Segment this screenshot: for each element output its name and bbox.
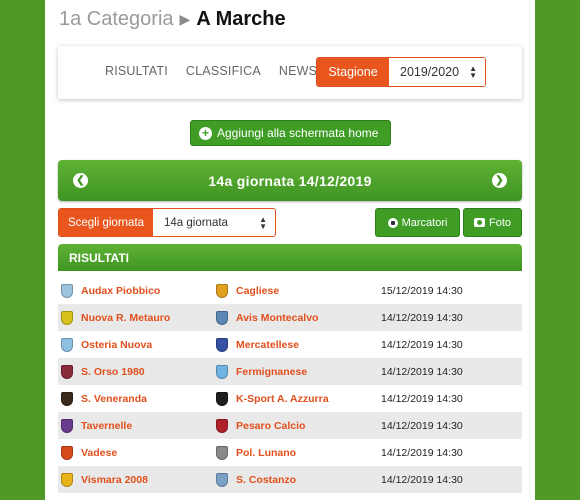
home-team-name: Audax Piobbico bbox=[81, 284, 161, 297]
table-row[interactable]: S. Veneranda K-Sport A. Azzurra 14/12/2019… bbox=[58, 385, 522, 412]
home-crest-icon bbox=[61, 418, 73, 433]
nav-news[interactable]: NEWS bbox=[279, 64, 317, 78]
caret-right-icon: ▶ bbox=[179, 10, 191, 27]
home-crest-icon bbox=[61, 445, 73, 460]
table-row[interactable]: Audax Piobbico Cagliese 15/12/2019 14:30 bbox=[58, 277, 522, 304]
home-crest-icon bbox=[61, 472, 73, 487]
away-crest-icon bbox=[216, 310, 228, 325]
match-datetime: 14/12/2019 14:30 bbox=[381, 338, 463, 351]
away-team-name: Pol. Lunano bbox=[236, 446, 297, 459]
home-team-name: Vadese bbox=[81, 446, 118, 459]
giornata-title: 14a giornata 14/12/2019 bbox=[208, 172, 372, 189]
breadcrumb-category[interactable]: 1a Categoria bbox=[59, 8, 174, 31]
away-crest-icon bbox=[216, 445, 228, 460]
away-crest-icon bbox=[216, 391, 228, 406]
away-team-name: Fermignanese bbox=[236, 365, 308, 378]
away-team-name: Avis Montecalvo bbox=[236, 311, 319, 324]
scegli-value-box[interactable]: 14a giornata ▲ ▼ bbox=[153, 209, 275, 236]
match-datetime: 14/12/2019 14:30 bbox=[381, 473, 463, 486]
home-crest-icon bbox=[61, 391, 73, 406]
nav-links: RISULTATI CLASSIFICA NEWS bbox=[105, 64, 317, 78]
results-header: RISULTATI bbox=[58, 244, 522, 271]
add-to-home-button[interactable]: + Aggiungi alla schermata home bbox=[190, 120, 391, 146]
match-datetime: 14/12/2019 14:30 bbox=[381, 365, 463, 378]
away-team[interactable]: Pesaro Calcio bbox=[216, 418, 381, 433]
home-crest-icon bbox=[61, 337, 73, 352]
home-team-name: Vismara 2008 bbox=[81, 473, 148, 486]
table-row[interactable]: Nuova R. Metauro Avis Montecalvo 14/12/201… bbox=[58, 304, 522, 331]
nav-card: RISULTATI CLASSIFICA NEWS Stagione 2019/… bbox=[58, 46, 522, 99]
away-team[interactable]: Avis Montecalvo bbox=[216, 310, 381, 325]
away-team[interactable]: S. Costanzo bbox=[216, 472, 381, 487]
table-row[interactable]: Vismara 2008 S. Costanzo 14/12/2019 14:30 bbox=[58, 466, 522, 493]
match-datetime: 15/12/2019 14:30 bbox=[381, 284, 463, 297]
home-team[interactable]: Audax Piobbico bbox=[58, 283, 216, 298]
home-team[interactable]: Nuova R. Metauro bbox=[58, 310, 216, 325]
home-crest-icon bbox=[61, 283, 73, 298]
plus-circle-icon: + bbox=[199, 126, 212, 140]
away-team-name: K-Sport A. Azzurra bbox=[236, 392, 329, 405]
home-team-name: Tavernelle bbox=[81, 419, 133, 432]
away-team[interactable]: Fermignanese bbox=[216, 364, 381, 379]
away-team[interactable]: Mercatellese bbox=[216, 337, 381, 352]
away-team[interactable]: K-Sport A. Azzurra bbox=[216, 391, 381, 406]
stagione-label: Stagione bbox=[317, 58, 389, 86]
page-container: 1a Categoria ▶ A Marche RISULTATI CLASSI… bbox=[45, 0, 535, 500]
home-team-name: S. Veneranda bbox=[81, 392, 147, 405]
home-team-name: S. Orso 1980 bbox=[81, 365, 145, 378]
match-datetime: 14/12/2019 14:30 bbox=[381, 392, 463, 405]
away-crest-icon bbox=[216, 364, 228, 379]
away-team[interactable]: Cagliese bbox=[216, 283, 381, 298]
table-row[interactable]: Tavernelle Pesaro Calcio 14/12/2019 14:30 bbox=[58, 412, 522, 439]
foto-button[interactable]: Foto bbox=[463, 208, 522, 237]
marcatori-button[interactable]: Marcatori bbox=[375, 208, 460, 237]
match-datetime: 14/12/2019 14:30 bbox=[381, 419, 463, 432]
home-team[interactable]: S. Veneranda bbox=[58, 391, 216, 406]
add-to-home-label: Aggiungi alla schermata home bbox=[217, 126, 379, 140]
nav-risultati[interactable]: RISULTATI bbox=[105, 64, 168, 78]
away-crest-icon bbox=[216, 337, 228, 352]
stagione-value: 2019/2020 bbox=[400, 65, 460, 79]
home-team-name: Nuova R. Metauro bbox=[81, 311, 171, 324]
table-row[interactable]: S. Orso 1980 Fermignanese 14/12/2019 14:30 bbox=[58, 358, 522, 385]
foto-label: Foto bbox=[488, 216, 511, 229]
away-team-name: Pesaro Calcio bbox=[236, 419, 306, 432]
away-team[interactable]: Pol. Lunano bbox=[216, 445, 381, 460]
prev-arrow-icon[interactable]: ❮ bbox=[73, 173, 88, 188]
stagione-select[interactable]: Stagione 2019/2020 ▲ ▼ bbox=[316, 57, 486, 87]
giornata-bar: ❮ 14a giornata 14/12/2019 ❯ bbox=[58, 160, 522, 201]
away-team-name: Cagliese bbox=[236, 284, 280, 297]
home-team-name: Osteria Nuova bbox=[81, 338, 153, 351]
breadcrumb-group: A Marche bbox=[196, 7, 286, 30]
scegli-giornata-select[interactable]: Scegli giornata 14a giornata ▲ ▼ bbox=[58, 208, 276, 237]
home-team[interactable]: Osteria Nuova bbox=[58, 337, 216, 352]
home-team[interactable]: S. Orso 1980 bbox=[58, 364, 216, 379]
breadcrumb: 1a Categoria ▶ A Marche bbox=[59, 6, 286, 32]
scegli-value: 14a giornata bbox=[164, 216, 228, 229]
updown-icon: ▲ ▼ bbox=[469, 64, 477, 80]
away-team-name: Mercatellese bbox=[236, 338, 300, 351]
away-crest-icon bbox=[216, 418, 228, 433]
camera-icon bbox=[473, 218, 485, 227]
home-team[interactable]: Vismara 2008 bbox=[58, 472, 216, 487]
next-arrow-icon[interactable]: ❯ bbox=[492, 173, 507, 188]
results-list: Audax Piobbico Cagliese 15/12/2019 14:30 Nu… bbox=[58, 277, 522, 493]
away-crest-icon bbox=[216, 283, 228, 298]
away-team-name: S. Costanzo bbox=[236, 473, 297, 486]
table-row[interactable]: Osteria Nuova Mercatellese 14/12/2019 14:3… bbox=[58, 331, 522, 358]
match-datetime: 14/12/2019 14:30 bbox=[381, 311, 463, 324]
home-team[interactable]: Tavernelle bbox=[58, 418, 216, 433]
marcatori-label: Marcatori bbox=[401, 216, 448, 229]
table-row[interactable]: Vadese Pol. Lunano 14/12/2019 14:30 bbox=[58, 439, 522, 466]
soccer-ball-icon bbox=[387, 217, 398, 228]
stagione-value-box[interactable]: 2019/2020 ▲ ▼ bbox=[389, 58, 485, 86]
home-crest-icon bbox=[61, 364, 73, 379]
scegli-label: Scegli giornata bbox=[59, 209, 153, 236]
nav-classifica[interactable]: CLASSIFICA bbox=[186, 64, 261, 78]
away-crest-icon bbox=[216, 472, 228, 487]
home-team[interactable]: Vadese bbox=[58, 445, 216, 460]
updown-icon: ▲ ▼ bbox=[259, 214, 267, 231]
home-crest-icon bbox=[61, 310, 73, 325]
match-datetime: 14/12/2019 14:30 bbox=[381, 446, 463, 459]
